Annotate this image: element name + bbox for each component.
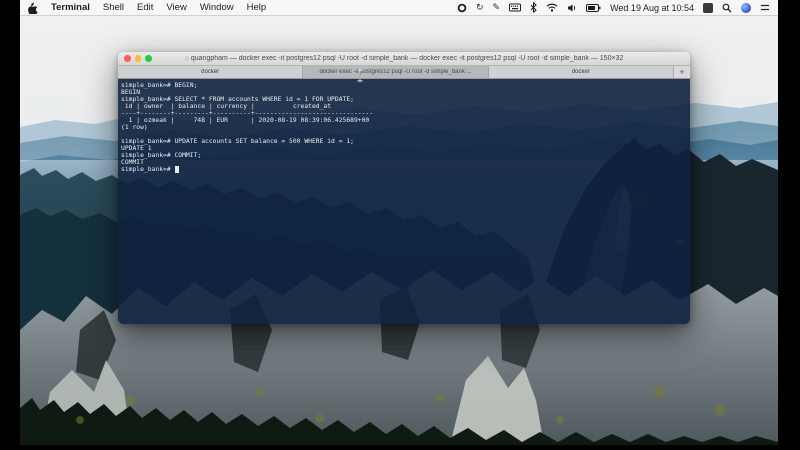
bluetooth-icon[interactable]: [530, 2, 537, 14]
terminal-content[interactable]: simple_bank=# BEGIN; BEGIN simple_bank=#…: [118, 79, 690, 324]
window-title-bar[interactable]: ⌂quangpham — docker exec -it postgres12 …: [118, 52, 690, 66]
tab-docker-2[interactable]: docker: [489, 66, 674, 78]
desktop: Terminal Shell Edit View Window Help ↻ ✎: [0, 0, 800, 450]
menu-item-view[interactable]: View: [166, 2, 186, 13]
terminal-prompt-line: simple_bank=#: [121, 166, 687, 173]
terminal-output: simple_bank=# BEGIN; BEGIN simple_bank=#…: [121, 82, 687, 166]
keyboard-icon[interactable]: [509, 2, 521, 14]
menu-item-help[interactable]: Help: [247, 2, 267, 13]
menu-item-edit[interactable]: Edit: [137, 2, 153, 13]
tab-docker-1[interactable]: docker: [118, 66, 303, 78]
home-folder-icon: ⌂: [185, 55, 189, 62]
notification-center-icon[interactable]: [760, 2, 770, 14]
battery-icon[interactable]: [586, 2, 601, 14]
spotlight-search-icon[interactable]: [722, 2, 732, 14]
terminal-window: ⌂quangpham — docker exec -it postgres12 …: [118, 52, 690, 324]
pen-icon[interactable]: ✎: [493, 2, 501, 14]
mouse-cursor-ibeam: [356, 69, 364, 87]
window-title: ⌂quangpham — docker exec -it postgres12 …: [148, 55, 660, 62]
record-ring-icon[interactable]: [457, 2, 467, 14]
input-source-icon[interactable]: [703, 3, 713, 13]
sync-arrow-icon[interactable]: ↻: [476, 2, 484, 14]
menu-bar: Terminal Shell Edit View Window Help ↻ ✎: [20, 0, 778, 16]
wifi-icon[interactable]: [546, 2, 558, 14]
minimize-button[interactable]: [135, 55, 142, 62]
tab-bar: docker docker exec -it postgres12 psql -…: [118, 66, 690, 79]
menu-bar-left: Terminal Shell Edit View Window Help: [28, 2, 266, 14]
siri-icon[interactable]: [741, 3, 751, 13]
terminal-prompt: simple_bank=#: [121, 166, 174, 173]
tab-psql-session[interactable]: docker exec -it postgres12 psql -U root …: [303, 66, 488, 78]
menu-bar-clock[interactable]: Wed 19 Aug at 10:54: [610, 3, 694, 13]
close-button[interactable]: [124, 55, 131, 62]
apple-menu-icon[interactable]: [28, 2, 38, 14]
terminal-block-cursor: [175, 166, 179, 172]
new-tab-button[interactable]: +: [674, 66, 690, 78]
menu-item-terminal[interactable]: Terminal: [51, 2, 90, 13]
menu-item-shell[interactable]: Shell: [103, 2, 124, 13]
menu-item-window[interactable]: Window: [200, 2, 234, 13]
volume-icon[interactable]: [567, 2, 577, 14]
menu-bar-status: ↻ ✎ Wed 19 Aug at 10:54: [457, 2, 770, 14]
